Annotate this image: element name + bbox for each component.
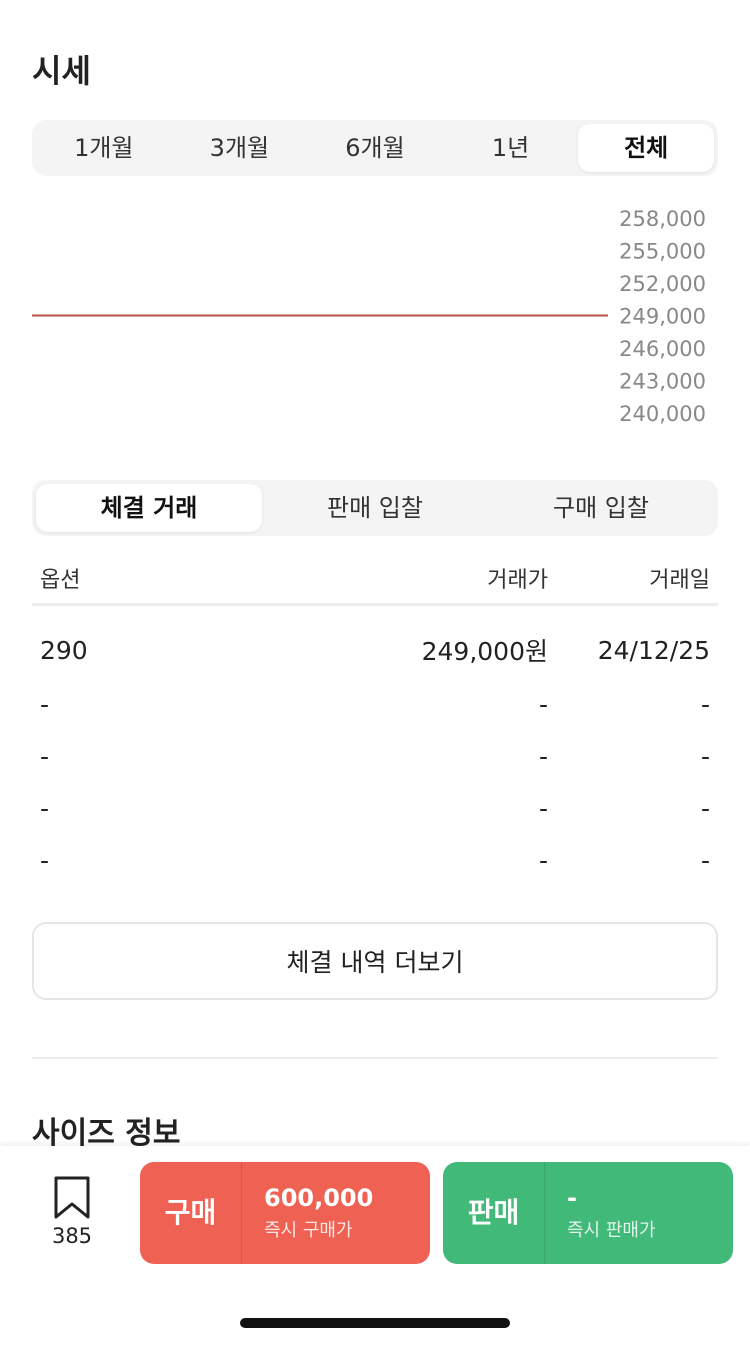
sell-button[interactable]: 판매 - 즉시 판매가	[443, 1162, 733, 1264]
tab-6-months[interactable]: 6개월	[307, 124, 443, 172]
trade-table: 옵션 거래가 거래일 290 249,000원 24/12/25 - - - -…	[32, 552, 718, 886]
bookmark-count: 385	[51, 1224, 93, 1248]
period-tabs: 1개월 3개월 6개월 1년 전체	[32, 120, 718, 176]
y-tick-label: 252,000	[619, 272, 706, 296]
cell-price: -	[538, 741, 548, 771]
y-tick-label: 255,000	[619, 240, 706, 264]
cell-option: 290	[40, 635, 88, 665]
cell-date: -	[700, 845, 710, 875]
cell-date: -	[700, 689, 710, 719]
tab-buy-bids[interactable]: 구매 입찰	[488, 484, 714, 532]
cell-price: -	[538, 845, 548, 875]
sell-price: -	[567, 1184, 577, 1212]
header-option: 옵션	[40, 567, 81, 593]
price-chart-svg: 258,000 255,000 252,000 249,000 246,000 243,0…	[32, 207, 706, 426]
buy-button[interactable]: 구매 600,000 즉시 구매가	[140, 1162, 430, 1264]
cell-date: -	[700, 793, 710, 823]
tab-sell-bids[interactable]: 판매 입찰	[262, 484, 488, 532]
price-section-title: 시세	[32, 52, 91, 90]
y-tick-label: 246,000	[619, 337, 706, 361]
table-row: 290 249,000원 24/12/25	[32, 622, 718, 678]
bookmark-button[interactable]: 385	[44, 1176, 100, 1248]
bookmark-icon	[54, 1176, 90, 1219]
y-tick-label: 243,000	[619, 370, 706, 394]
y-tick-label: 240,000	[619, 402, 706, 426]
cell-option: -	[40, 741, 50, 771]
table-row: - - -	[32, 678, 718, 730]
cell-price: 249,000원	[421, 637, 548, 666]
table-row: - - -	[32, 782, 718, 834]
y-tick-label: 249,000	[619, 305, 706, 329]
bottom-action-bar: 385 구매 600,000 즉시 구매가 판매 - 즉시 판매가	[0, 1146, 750, 1346]
buy-sub-label: 즉시 구매가	[264, 1220, 353, 1241]
cell-date: 24/12/25	[597, 635, 710, 665]
more-trades-button[interactable]: 체결 내역 더보기	[32, 922, 718, 1000]
tab-3-months[interactable]: 3개월	[172, 124, 308, 172]
trade-tabs: 체결 거래 판매 입찰 구매 입찰	[32, 480, 718, 536]
table-row: - - -	[32, 730, 718, 782]
header-date: 거래일	[649, 567, 710, 593]
cell-price: -	[538, 689, 548, 719]
cell-option: -	[40, 845, 50, 875]
cell-option: -	[40, 689, 50, 719]
buy-price: 600,000	[264, 1184, 374, 1212]
sell-label: 판매	[443, 1162, 545, 1264]
header-price: 거래가	[487, 567, 548, 593]
cell-price: -	[538, 793, 548, 823]
tab-1-year[interactable]: 1년	[443, 124, 579, 172]
table-header: 옵션 거래가 거래일	[32, 552, 718, 606]
price-chart[interactable]: 258,000 255,000 252,000 249,000 246,000 243,0…	[32, 196, 718, 436]
cell-date: -	[700, 741, 710, 771]
tab-completed-trades[interactable]: 체결 거래	[36, 484, 262, 532]
home-indicator	[240, 1318, 510, 1328]
table-row: - - -	[32, 834, 718, 886]
cell-option: -	[40, 793, 50, 823]
tab-1-month[interactable]: 1개월	[36, 124, 172, 172]
section-divider	[32, 1057, 718, 1059]
tab-all[interactable]: 전체	[578, 124, 714, 172]
y-tick-label: 258,000	[619, 207, 706, 231]
sell-sub-label: 즉시 판매가	[567, 1220, 656, 1241]
buy-label: 구매	[140, 1162, 242, 1264]
